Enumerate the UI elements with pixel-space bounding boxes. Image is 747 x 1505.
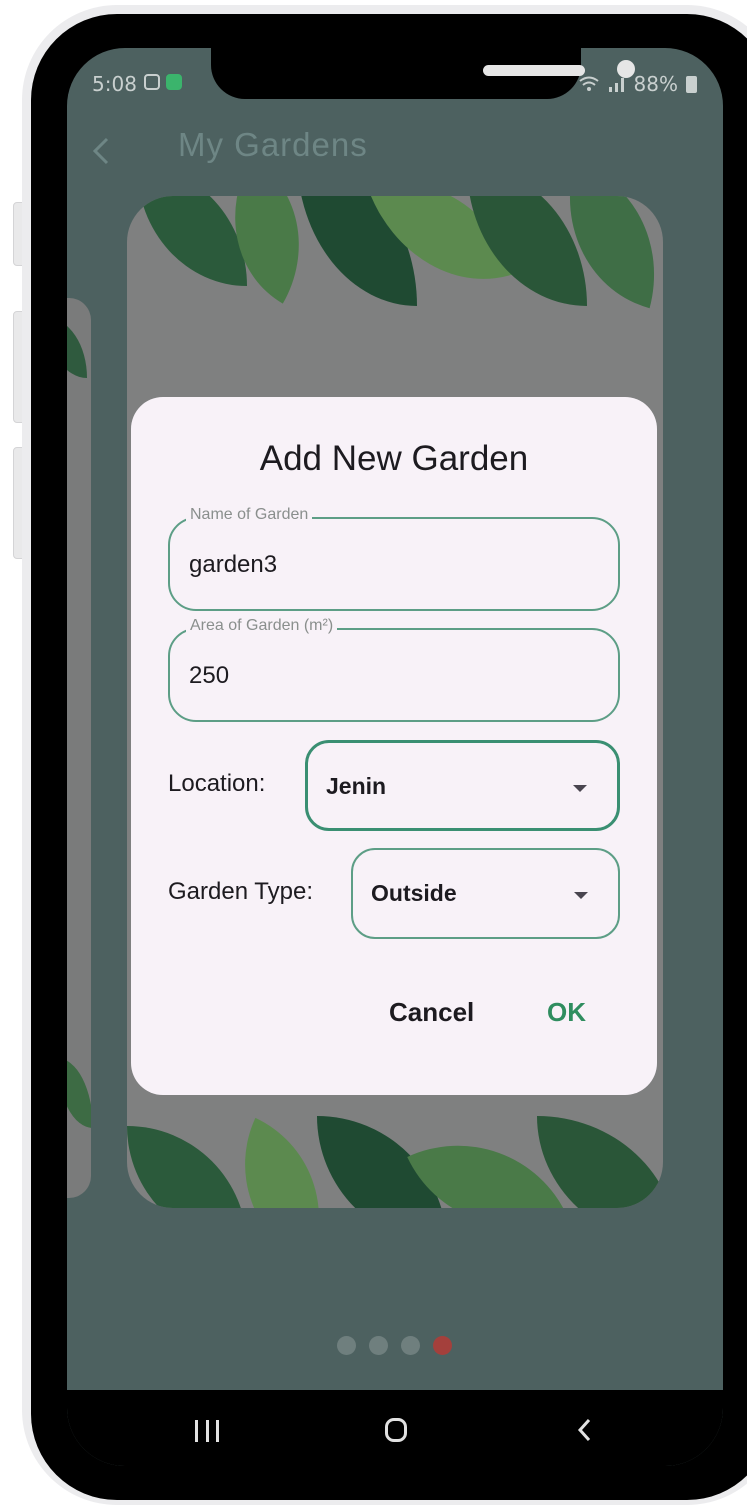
ok-button[interactable]: OK bbox=[547, 997, 586, 1028]
dropdown-arrow-icon bbox=[574, 892, 588, 899]
location-dropdown[interactable]: Jenin bbox=[305, 740, 620, 831]
garden-area-field[interactable]: Area of Garden (m²) 250 bbox=[168, 617, 620, 722]
garden-name-field[interactable]: Name of Garden garden3 bbox=[168, 506, 620, 611]
page-dot-active[interactable] bbox=[433, 1336, 452, 1355]
battery-percent: 88% bbox=[633, 72, 678, 96]
add-garden-dialog: Add New Garden Name of Garden garden3 Ar… bbox=[131, 397, 657, 1095]
garden-area-value[interactable]: 250 bbox=[189, 662, 229, 690]
garden-name-value[interactable]: garden3 bbox=[189, 551, 277, 579]
page-indicator bbox=[337, 1336, 452, 1355]
garden-type-selected: Outside bbox=[371, 880, 457, 906]
location-label: Location: bbox=[168, 770, 266, 797]
camera-notch bbox=[211, 48, 635, 99]
front-camera bbox=[617, 60, 635, 78]
garden-card-previous[interactable] bbox=[67, 298, 91, 1198]
instagram-icon bbox=[144, 74, 160, 90]
status-notification-icons bbox=[144, 74, 182, 90]
page-dot[interactable] bbox=[369, 1336, 388, 1355]
back-icon[interactable] bbox=[575, 1418, 595, 1442]
garden-name-label: Name of Garden bbox=[186, 506, 313, 524]
garden-type-dropdown[interactable]: Outside bbox=[351, 848, 620, 939]
home-icon[interactable] bbox=[385, 1418, 407, 1442]
garden-app-icon bbox=[166, 74, 182, 90]
page-title: My Gardens bbox=[178, 126, 368, 163]
dropdown-arrow-icon bbox=[573, 785, 587, 792]
leaf-decoration bbox=[137, 196, 247, 286]
garden-type-label: Garden Type: bbox=[168, 878, 313, 905]
chevron-left-icon[interactable] bbox=[91, 136, 111, 166]
status-time: 5:08 bbox=[92, 72, 137, 96]
page-dot[interactable] bbox=[337, 1336, 356, 1355]
page-dot[interactable] bbox=[401, 1336, 420, 1355]
status-system-icons: 88% bbox=[578, 72, 697, 96]
system-nav-bar bbox=[67, 1390, 723, 1466]
recent-apps-icon[interactable] bbox=[195, 1420, 219, 1442]
garden-area-label: Area of Garden (m²) bbox=[186, 617, 338, 635]
dialog-title: Add New Garden bbox=[259, 439, 529, 478]
wifi-icon bbox=[578, 76, 599, 91]
location-selected: Jenin bbox=[326, 773, 387, 799]
cancel-button[interactable]: Cancel bbox=[389, 997, 474, 1028]
speaker-grille bbox=[483, 65, 585, 76]
battery-icon bbox=[686, 75, 697, 93]
